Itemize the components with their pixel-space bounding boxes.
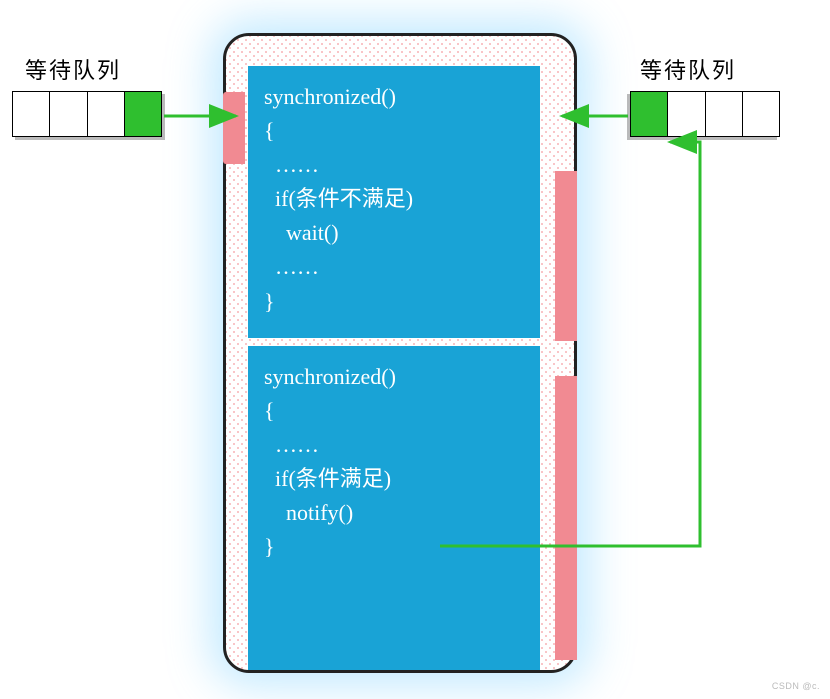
code-line: { <box>264 118 275 143</box>
code-line: synchronized() <box>264 84 396 109</box>
code-block-wait: synchronized() { …… if(条件不满足) wait() …… … <box>248 66 540 338</box>
code-line: } <box>264 289 275 314</box>
queue-cell <box>88 92 125 136</box>
code-line: notify() <box>264 500 353 525</box>
right-queue-label: 等待队列 <box>640 53 736 85</box>
code-line: if(条件不满足) <box>264 186 413 211</box>
watermark-text: CSDN @c. <box>772 681 820 691</box>
code-line: …… <box>264 152 319 177</box>
queue-cell <box>668 92 705 136</box>
monitor-block: synchronized() { …… if(条件不满足) wait() …… … <box>223 33 577 673</box>
code-line: { <box>264 398 275 423</box>
code-line: synchronized() <box>264 364 396 389</box>
left-queue-label: 等待队列 <box>25 53 121 85</box>
left-wait-queue <box>12 91 162 137</box>
queue-cell-filled <box>125 92 161 136</box>
monitor-wait-bar-upper <box>555 171 577 341</box>
queue-cell-filled <box>631 92 668 136</box>
monitor-entry-bar <box>223 92 245 164</box>
code-line: } <box>264 534 275 559</box>
queue-cell <box>706 92 743 136</box>
queue-cell <box>743 92 779 136</box>
queue-cell <box>50 92 87 136</box>
code-block-notify: synchronized() { …… if(条件满足) notify() } <box>248 346 540 670</box>
right-wait-queue <box>630 91 780 137</box>
code-line: wait() <box>264 220 339 245</box>
monitor-wait-bar-lower <box>555 376 577 660</box>
code-line: if(条件满足) <box>264 466 391 491</box>
code-line: …… <box>264 432 319 457</box>
code-line: …… <box>264 254 319 279</box>
queue-cell <box>13 92 50 136</box>
